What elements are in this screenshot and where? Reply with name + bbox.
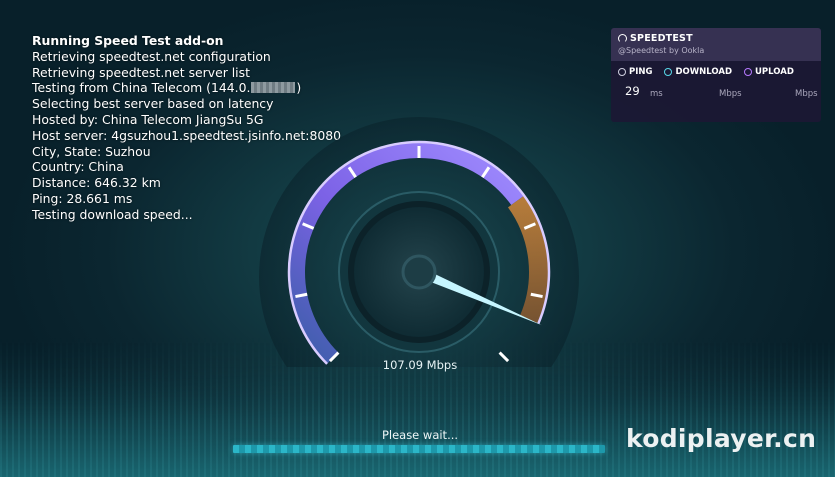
redacted-ip-mask xyxy=(251,82,296,94)
current-speed-readout: 107.09 Mbps xyxy=(382,358,458,372)
speedtest-results-panel: SPEEDTEST @Speedtest by Ookla PING DOWNL… xyxy=(611,28,821,122)
log-title: Running Speed Test add-on xyxy=(32,33,224,48)
upload-icon xyxy=(744,68,753,76)
watermark-logo: kodiplayer.cn xyxy=(626,424,817,453)
panel-header: SPEEDTEST @Speedtest by Ookla xyxy=(611,28,821,61)
status-message: Please wait... xyxy=(381,428,459,442)
metric-labels: PING DOWNLOAD UPLOAD xyxy=(611,61,821,77)
ping-icon xyxy=(618,68,626,76)
download-metric: DOWNLOAD xyxy=(664,67,732,77)
upload-label: UPLOAD xyxy=(755,67,794,77)
ping-label: PING xyxy=(629,67,653,77)
log-line-server-list: Retrieving speedtest.net server list xyxy=(32,64,250,80)
log-line-testing-from: Testing from China Telecom (144.0.) xyxy=(32,80,302,96)
ping-metric: PING xyxy=(618,67,652,77)
upload-metric: UPLOAD xyxy=(744,67,794,77)
log-line-config: Retrieving speedtest.net configuration xyxy=(32,48,271,64)
speedometer-icon xyxy=(618,34,627,43)
log-line-selecting: Selecting best server based on latency xyxy=(32,96,274,112)
ping-unit: ms xyxy=(650,89,663,99)
brand-subtitle: @Speedtest by Ookla xyxy=(618,46,705,55)
progress-bar xyxy=(233,445,605,453)
upload-unit: Mbps xyxy=(795,89,818,99)
download-unit: Mbps xyxy=(719,89,742,99)
brand: SPEEDTEST xyxy=(618,33,814,44)
download-label: DOWNLOAD xyxy=(675,67,733,77)
metric-values: 29 ms Mbps Mbps xyxy=(611,77,821,107)
gauge-needle-hub xyxy=(401,254,437,290)
download-icon xyxy=(664,68,673,76)
ping-value: 29 xyxy=(625,84,640,98)
brand-name: SPEEDTEST xyxy=(630,33,693,44)
speed-gauge xyxy=(259,117,579,367)
